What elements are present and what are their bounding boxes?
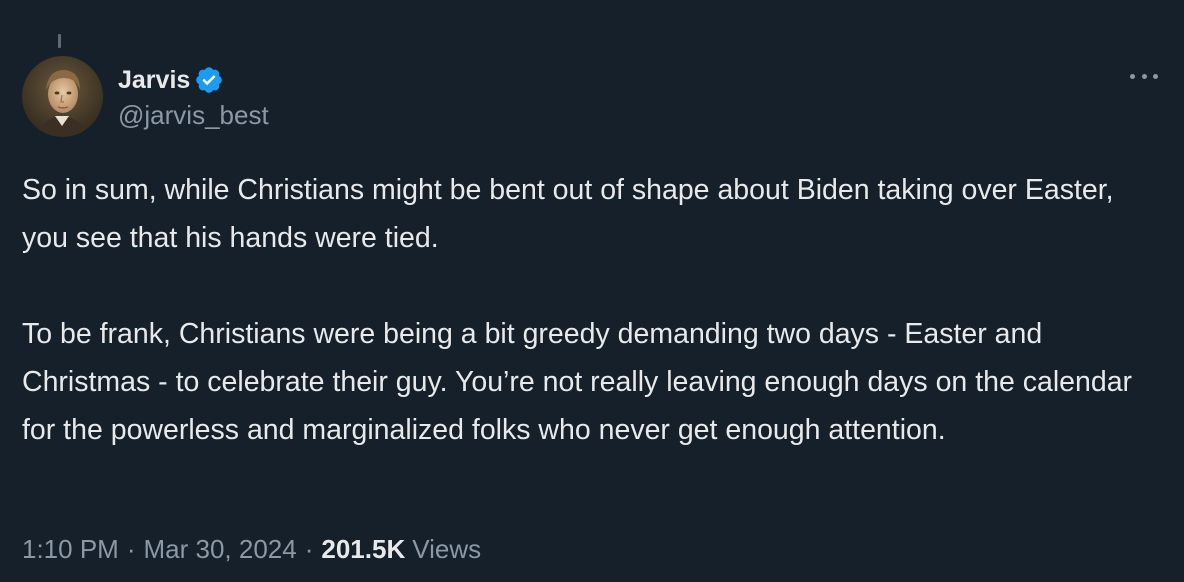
tweet-paragraph: So in sum, while Christians might be ben… (22, 174, 1114, 254)
author-display-name[interactable]: Jarvis (118, 66, 190, 95)
tweet-header: Jarvis @jarvis_best (22, 56, 269, 137)
separator: · (304, 534, 314, 564)
views-count[interactable]: 201.5K (321, 534, 405, 565)
more-dot-icon (1130, 73, 1135, 79)
author-handle[interactable]: @jarvis_best (118, 100, 269, 131)
views-label[interactable]: Views (412, 534, 481, 565)
tweet-time[interactable]: 1:10 PM (22, 534, 119, 565)
tweet-body: So in sum, while Christians might be ben… (22, 166, 1162, 454)
name-row: Jarvis (118, 62, 269, 98)
separator: · (126, 534, 136, 564)
thread-connector-line (58, 34, 61, 48)
tweet-metadata: 1:10 PM · Mar 30, 2024 · 201.5K Views (22, 534, 481, 565)
author-info: Jarvis @jarvis_best (118, 62, 269, 131)
more-dot-icon (1141, 73, 1147, 79)
tweet-date[interactable]: Mar 30, 2024 (144, 534, 297, 565)
avatar[interactable] (22, 56, 103, 137)
more-dot-icon (1153, 73, 1158, 79)
verified-badge-icon[interactable] (194, 65, 224, 95)
tweet-paragraph: To be frank, Christians were being a bit… (22, 318, 1133, 446)
more-options-icon[interactable] (1130, 64, 1158, 88)
